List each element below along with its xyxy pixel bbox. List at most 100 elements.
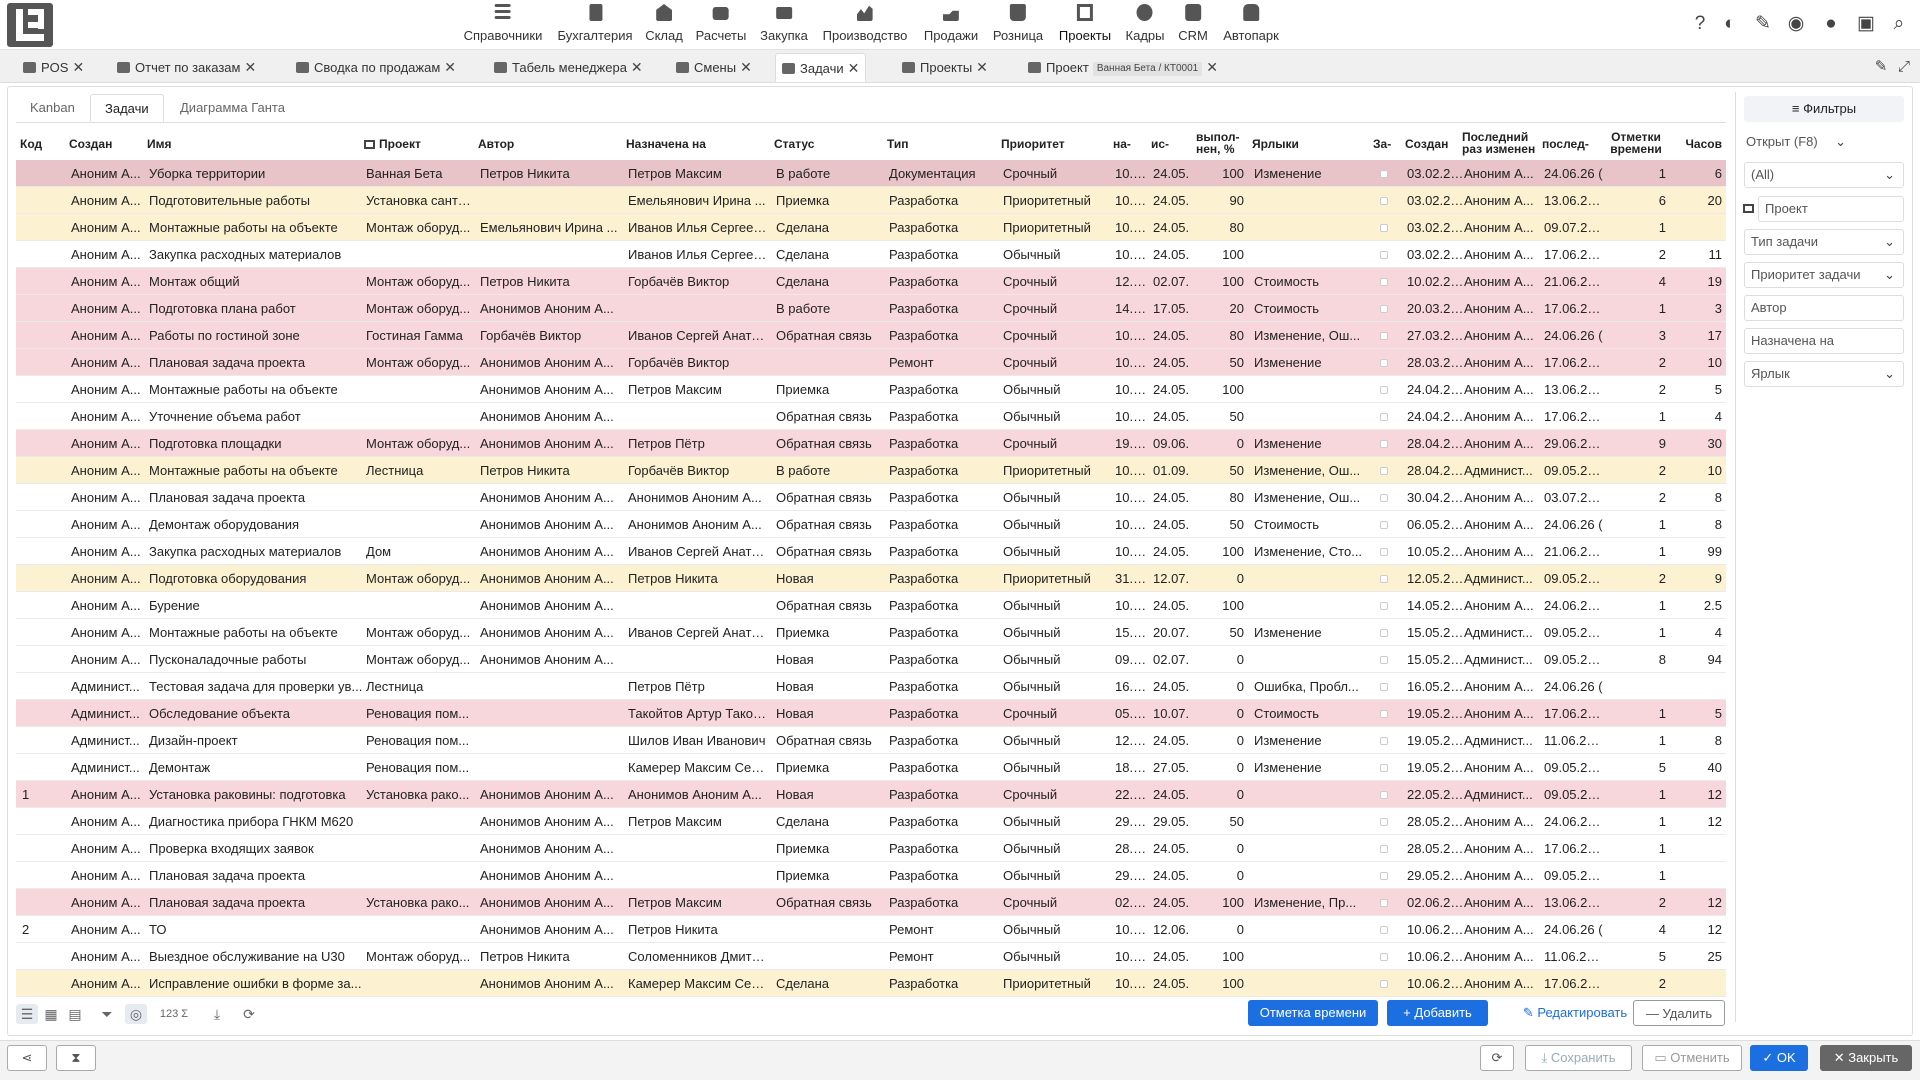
refresh-icon[interactable]: ⟳ (238, 1004, 260, 1024)
col-author[interactable]: Автор (478, 126, 618, 160)
add-button[interactable]: + Добавить (1387, 1000, 1488, 1026)
table-row[interactable]: Аноним А... Подготовительные работы Устано… (16, 187, 1726, 214)
filter-tag-select[interactable]: Ярлык ⌄ (1744, 361, 1904, 387)
close-icon[interactable]: ✕ (1206, 53, 1218, 82)
menu-zakupka[interactable]: Закупка (760, 2, 808, 48)
col-assignee[interactable]: Назначена на (626, 126, 766, 160)
table-row[interactable]: Аноним А... Плановая задача проекта Аноним… (16, 862, 1726, 889)
subtab-kanban[interactable]: Kanban (16, 94, 89, 122)
row-flag-checkbox[interactable] (1380, 845, 1388, 853)
row-flag-checkbox[interactable] (1380, 359, 1388, 367)
tab-project[interactable]: Проект Ванная Бета / КТ0001 ✕ (1022, 53, 1224, 82)
table-row[interactable]: Аноним А... Бурение Анонимов Аноним А... Об… (16, 592, 1726, 619)
row-flag-checkbox[interactable] (1380, 278, 1388, 286)
fullscreen-icon[interactable]: ⤢ (1893, 56, 1915, 78)
refresh-button[interactable]: ⟳ (1480, 1045, 1514, 1071)
row-flag-checkbox[interactable] (1380, 332, 1388, 340)
col-created-by[interactable]: Создан (69, 126, 139, 160)
row-flag-checkbox[interactable] (1380, 197, 1388, 205)
row-flag-checkbox[interactable] (1380, 737, 1388, 745)
menu-roznica[interactable]: Розница (993, 2, 1043, 48)
table-row[interactable]: Аноним А... Плановая задача проекта Аноним… (16, 484, 1726, 511)
table-row[interactable]: Аноним А... Уточнение объема работ Анонимо… (16, 403, 1726, 430)
close-icon[interactable]: ✕ (976, 53, 988, 82)
col-created[interactable]: Создан (1405, 126, 1465, 160)
table-row[interactable]: Аноним А... Закупка расходных материалов И… (16, 241, 1726, 268)
settings-sliders-button[interactable]: ⧗ (56, 1045, 96, 1071)
settings-circle-icon[interactable]: ◎ (125, 1004, 147, 1024)
row-flag-checkbox[interactable] (1380, 467, 1388, 475)
col-tags[interactable]: Ярлыки (1252, 126, 1362, 160)
menu-avtopark[interactable]: Автопарк (1223, 2, 1279, 48)
tab-sales-summary[interactable]: Сводка по продажам ✕ (290, 53, 462, 82)
col-hours[interactable]: Часов (1680, 126, 1723, 160)
row-flag-checkbox[interactable] (1380, 980, 1388, 988)
table-row[interactable]: Аноним А... Подготовка площадки Монтаж обо… (16, 430, 1726, 457)
download-icon[interactable]: ⤓ (206, 1004, 228, 1024)
col-project[interactable]: Проект (364, 126, 474, 160)
col-last-change[interactable]: Последний раз изменен (1462, 126, 1538, 160)
row-flag-checkbox[interactable] (1380, 629, 1388, 637)
filters-header[interactable]: ≡ Фильтры (1744, 96, 1904, 122)
row-flag-checkbox[interactable] (1380, 953, 1388, 961)
table-row[interactable]: Аноним А... Диагностика прибора ГНКМ М620… (16, 808, 1726, 835)
row-flag-checkbox[interactable] (1380, 548, 1388, 556)
subtab-tasks[interactable]: Задачи (90, 94, 164, 122)
calendar-view-icon[interactable]: ▤ (64, 1004, 86, 1024)
table-row[interactable]: Аноним А... Работы по гостиной зоне Гостин… (16, 322, 1726, 349)
search-icon[interactable]: ⌕ (1888, 13, 1910, 35)
filter-all-select[interactable]: (All) ⌄ (1744, 162, 1904, 188)
table-row[interactable]: Админист... Дизайн-проект Реновация пом...… (16, 727, 1726, 754)
row-flag-checkbox[interactable] (1380, 494, 1388, 502)
row-flag-checkbox[interactable] (1380, 251, 1388, 259)
delete-button[interactable]: — Удалить (1633, 1000, 1725, 1026)
menu-proizvodstvo[interactable]: Производство (823, 2, 907, 48)
close-icon[interactable]: ✕ (848, 54, 860, 83)
row-flag-checkbox[interactable] (1380, 926, 1388, 934)
theme-contrast-icon[interactable]: ◐ (1719, 13, 1741, 35)
save-button[interactable]: ⤓ Сохранить (1525, 1045, 1632, 1071)
filter-open-select[interactable]: Открыт (F8) ⌄ (1744, 130, 1854, 156)
filter-author-input[interactable]: Автор (1744, 295, 1904, 321)
col-type[interactable]: Тип (887, 126, 997, 160)
menu-prodazhi[interactable]: Продажи (924, 2, 978, 48)
menu-raschety[interactable]: Расчеты (696, 2, 746, 48)
col-flag[interactable]: За- (1373, 126, 1399, 160)
table-row[interactable]: Админист... Тестовая задача для проверки … (16, 673, 1726, 700)
table-row[interactable]: Аноним А... Проверка входящих заявок Анони… (16, 835, 1726, 862)
tab-tasks[interactable]: Задачи ✕ (775, 53, 867, 83)
row-flag-checkbox[interactable] (1380, 656, 1388, 664)
table-row[interactable]: 2 Аноним А... ТО Анонимов Аноним А... Петров… (16, 916, 1726, 943)
row-flag-checkbox[interactable] (1380, 413, 1388, 421)
row-flag-checkbox[interactable] (1380, 764, 1388, 772)
lock-icon[interactable]: ▣ (1855, 13, 1877, 35)
row-flag-checkbox[interactable] (1380, 224, 1388, 232)
menu-sklad[interactable]: Склад (645, 2, 683, 48)
row-flag-checkbox[interactable] (1380, 170, 1388, 178)
row-flag-checkbox[interactable] (1380, 521, 1388, 529)
row-flag-checkbox[interactable] (1380, 818, 1388, 826)
row-flag-checkbox[interactable] (1380, 683, 1388, 691)
table-row[interactable]: Аноним А... Монтажные работы на объекте Мо… (16, 214, 1726, 241)
table-row[interactable]: Аноним А... Монтажные работы на объекте Мо… (16, 619, 1726, 646)
menu-spravochniki[interactable]: Справочники (464, 2, 542, 48)
close-icon[interactable]: ✕ (444, 53, 456, 82)
filter-priority-select[interactable]: Приоритет задачи ⌄ (1744, 262, 1904, 288)
row-flag-checkbox[interactable] (1380, 602, 1388, 610)
col-code[interactable]: Код (20, 126, 64, 160)
ok-button[interactable]: ✓ OK (1750, 1045, 1808, 1071)
grid-view-icon[interactable]: ▦ (40, 1004, 62, 1024)
menu-kadry[interactable]: Кадры (1126, 2, 1164, 48)
close-icon[interactable]: ✕ (244, 53, 256, 82)
row-flag-checkbox[interactable] (1380, 899, 1388, 907)
table-row[interactable]: Админист... Обследование объекта Реновация… (16, 700, 1726, 727)
close-icon[interactable]: ✕ (72, 53, 84, 82)
table-row[interactable]: 1 Аноним А... Установка раковины: подготов… (16, 781, 1726, 808)
col-last-date[interactable]: послед- (1542, 126, 1600, 160)
menu-proekty[interactable]: Проекты (1059, 2, 1111, 48)
row-flag-checkbox[interactable] (1380, 305, 1388, 313)
table-row[interactable]: Аноним А... Закупка расходных материалов Д… (16, 538, 1726, 565)
filter-icon[interactable]: ⏷ (96, 1004, 118, 1024)
tab-projects[interactable]: Проекты ✕ (896, 53, 994, 82)
table-row[interactable]: Аноним А... Монтаж общий Монтаж оборуд... П… (16, 268, 1726, 295)
